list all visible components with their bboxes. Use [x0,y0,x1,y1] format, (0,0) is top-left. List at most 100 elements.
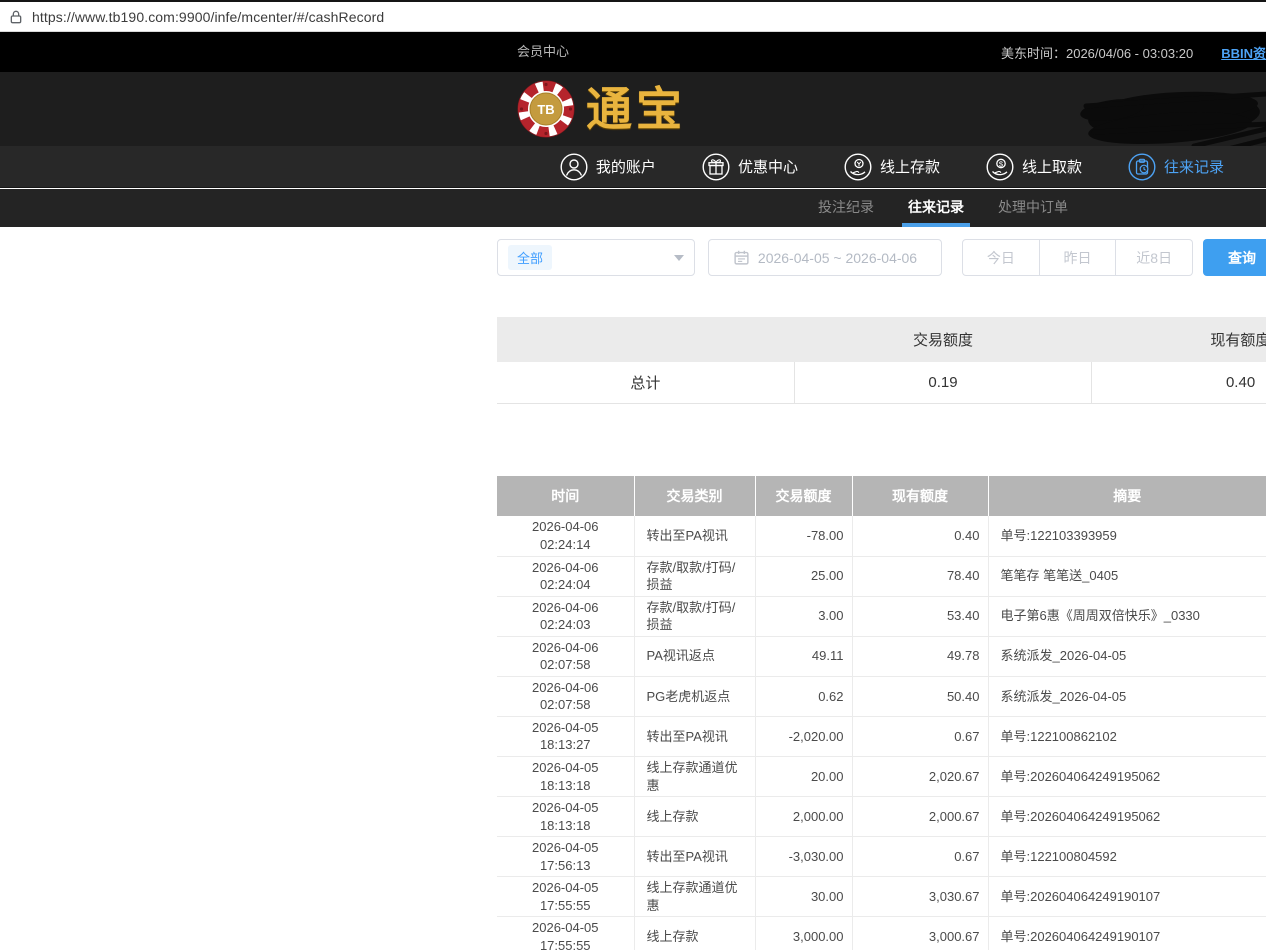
table-cell: 存款/取款/打码/损益 [634,596,755,636]
table-cell: 0.67 [852,837,988,877]
browser-window: https://www.tb190.com:9900/infe/mcenter/… [0,0,1266,950]
type-select[interactable]: 全部 [497,239,695,276]
table-cell: 78.40 [852,556,988,596]
user-icon [560,153,588,181]
table-cell: 单号:122100862102 [988,716,1266,756]
table-cell: 线上存款通道优惠 [634,756,755,796]
eastern-time-label: 美东时间：2026/04/06 - 03:03:20 [1001,43,1193,62]
table-cell: 2026-04-06 02:24:14 [497,516,634,556]
records-column-header: 交易类别 [634,476,755,516]
table-cell: 49.11 [755,636,852,676]
table-row: 2026-04-06 02:07:58PG老虎机返点0.6250.40系统派发_… [497,676,1266,716]
url-text[interactable]: https://www.tb190.com:9900/infe/mcenter/… [32,9,384,25]
records-table: 时间交易类别交易额度现有额度摘要 2026-04-06 02:24:14转出至P… [497,476,1266,950]
summary-total-row: 总计 0.19 0.40 [497,362,1266,403]
type-select-value[interactable]: 全部 [508,245,552,270]
table-cell: 单号:122100804592 [988,837,1266,877]
chevron-down-icon [674,255,684,261]
subnav-processing-orders[interactable]: 处理中订单 [998,189,1068,227]
browser-url-bar[interactable]: https://www.tb190.com:9900/infe/mcenter/… [0,0,1266,32]
summary-header-row: 交易额度 现有额度 [497,317,1266,362]
logo-band: TB 通宝 [0,72,1266,146]
table-cell: 0.67 [852,716,988,756]
gift-icon [702,153,730,181]
nav-item-online-deposit[interactable]: 线上存款 [844,153,940,181]
summary-table: 交易额度 现有额度 总计 0.19 0.40 [497,317,1266,404]
subnav-transaction-records[interactable]: 往来记录 [908,189,964,227]
records-column-header: 摘要 [988,476,1266,516]
nav-label: 我的账户 [596,156,656,177]
table-row: 2026-04-05 17:56:13转出至PA视讯-3,030.000.67单… [497,837,1266,877]
filter-row: 全部 2026-04-05 ~ 2026-04-06 今日 昨日 近8日 查询 [0,239,1266,277]
poker-chip-icon: TB [516,79,576,139]
table-row: 2026-04-05 18:13:27转出至PA视讯-2,020.000.67单… [497,716,1266,756]
nav-item-transaction-records[interactable]: 往来记录 [1128,153,1224,181]
table-cell: 2,020.67 [852,756,988,796]
table-cell: 笔笔存 笔笔送_0405 [988,556,1266,596]
table-cell: 53.40 [852,596,988,636]
table-cell: PG老虎机返点 [634,676,755,716]
table-cell: -3,030.00 [755,837,852,877]
summary-transaction-total: 0.19 [794,362,1091,403]
records-column-header: 时间 [497,476,634,516]
table-cell: 转出至PA视讯 [634,516,755,556]
table-cell: 存款/取款/打码/损益 [634,556,755,596]
summary-total-label: 总计 [497,362,794,403]
bbin-link[interactable]: BBIN资 [1221,43,1266,62]
calendar-icon [733,249,750,266]
table-cell: 线上存款 [634,797,755,837]
table-cell: 3,030.67 [852,877,988,917]
table-cell: 3,000.00 [755,917,852,950]
withdraw-icon: $ [986,153,1014,181]
table-cell: 20.00 [755,756,852,796]
main-navbar: 我的账户 优惠中心 线上存款 [0,146,1266,188]
yesterday-button[interactable]: 昨日 [1040,239,1117,276]
table-cell: 2026-04-05 18:13:18 [497,756,634,796]
nav-label: 线上取款 [1022,156,1082,177]
summary-header-transaction: 交易额度 [794,317,1091,362]
nav-item-my-account[interactable]: 我的账户 [560,153,656,181]
table-cell: 系统派发_2026-04-05 [988,676,1266,716]
nav-item-online-withdrawal[interactable]: $ 线上取款 [986,153,1082,181]
summary-header-empty [497,317,794,362]
today-button[interactable]: 今日 [962,239,1040,276]
table-cell: 单号:202604064249190107 [988,877,1266,917]
table-cell: 2026-04-06 02:07:58 [497,636,634,676]
table-cell: 3.00 [755,596,852,636]
table-cell: 0.62 [755,676,852,716]
table-row: 2026-04-05 18:13:18线上存款通道优惠20.002,020.67… [497,756,1266,796]
quick-date-buttons: 今日 昨日 近8日 [962,239,1193,276]
search-button[interactable]: 查询 [1203,239,1266,276]
summary-header-balance: 现有额度 [1092,317,1266,362]
summary-balance-total: 0.40 [1092,362,1266,403]
subnav-betting-records[interactable]: 投注纪录 [818,189,874,227]
table-cell: 转出至PA视讯 [634,716,755,756]
table-cell: 2026-04-06 02:07:58 [497,676,634,716]
sub-navbar: 投注纪录 往来记录 处理中订单 [0,189,1266,227]
records-icon [1128,153,1156,181]
table-cell: 49.78 [852,636,988,676]
nav-label: 优惠中心 [738,156,798,177]
date-range-input[interactable]: 2026-04-05 ~ 2026-04-06 [708,239,942,276]
brand-name: 通宝 [586,78,686,140]
table-cell: 2,000.67 [852,797,988,837]
last-8-days-button[interactable]: 近8日 [1116,239,1193,276]
table-cell: 单号:202604064249190107 [988,917,1266,950]
table-cell: 单号:202604064249195062 [988,756,1266,796]
table-cell: 单号:122103393959 [988,516,1266,556]
nav-label: 线上存款 [880,156,940,177]
site-logo[interactable]: TB 通宝 [516,78,686,140]
table-cell: 2026-04-05 18:13:18 [497,797,634,837]
records-header-row: 时间交易类别交易额度现有额度摘要 [497,476,1266,516]
records-table-body: 2026-04-06 02:24:14转出至PA视讯-78.000.40单号:1… [497,516,1266,950]
table-cell: 2026-04-05 17:55:55 [497,917,634,950]
table-cell: 电子第6惠《周周双倍快乐》_0330 [988,596,1266,636]
nav-item-promotions[interactable]: 优惠中心 [702,153,798,181]
table-cell: 线上存款通道优惠 [634,877,755,917]
member-center-link[interactable]: 会员中心 [517,32,569,72]
lock-icon [8,9,24,25]
svg-text:TB: TB [537,102,554,117]
records-column-header: 现有额度 [852,476,988,516]
table-row: 2026-04-05 18:13:18线上存款2,000.002,000.67单… [497,797,1266,837]
table-cell: -2,020.00 [755,716,852,756]
